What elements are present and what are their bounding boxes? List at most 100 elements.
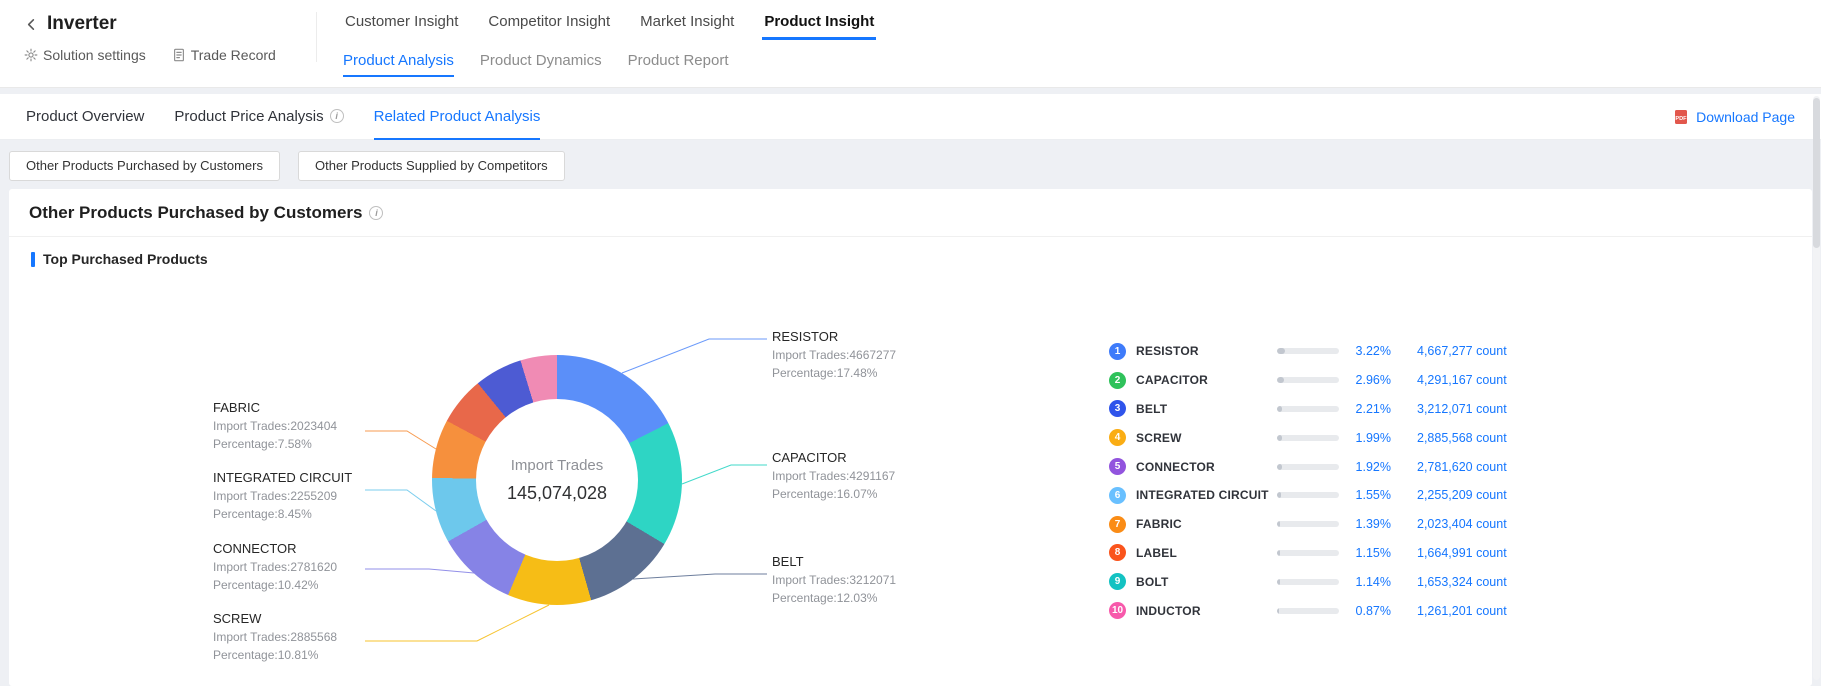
ranking-product-name: CONNECTOR: [1136, 460, 1277, 474]
ranking-percent: 1.99%: [1339, 431, 1391, 445]
tab-competitor-insight[interactable]: Competitor Insight: [486, 9, 612, 40]
back-button[interactable]: Inverter: [24, 13, 276, 35]
rank-badge: 2: [1109, 372, 1126, 389]
tab-product-analysis[interactable]: Product Analysis: [343, 52, 454, 77]
donut-center-label: Import Trades: [511, 457, 604, 474]
callout-leader-line: [682, 465, 767, 484]
main-nav-tabs: Customer Insight Competitor Insight Mark…: [343, 9, 876, 40]
rank-badge: 5: [1109, 458, 1126, 475]
callout-percentage: Percentage:10.42%: [213, 576, 337, 594]
rank-badge: 4: [1109, 429, 1126, 446]
rank-badge: 10: [1109, 602, 1126, 619]
pdf-icon: PDF: [1673, 109, 1689, 125]
section-accent-bar: [31, 252, 35, 267]
ranking-count: 2,781,620 count: [1417, 460, 1507, 474]
info-icon[interactable]: i: [330, 109, 344, 123]
callout-trades: Import Trades:2781620: [213, 558, 337, 576]
ranking-percent: 2.21%: [1339, 402, 1391, 416]
callout-leader-line: [633, 574, 767, 579]
gear-icon: [24, 48, 38, 62]
ranking-progress-fill: [1277, 579, 1280, 585]
chevron-left-icon: [24, 17, 39, 32]
analysis-toolbar: Product Overview Product Price Analysis …: [0, 94, 1821, 140]
ranking-row: 5CONNECTOR1.92%2,781,620 count: [1109, 452, 1539, 481]
page-scrollbar[interactable]: [1813, 96, 1820, 680]
tab-product-insight[interactable]: Product Insight: [762, 9, 876, 40]
app-header: Inverter Solution settings Trade Record …: [0, 0, 1821, 88]
callout-trades: Import Trades:2023404: [213, 417, 337, 435]
callout-trades: Import Trades:4667277: [772, 346, 896, 364]
callout-leader-line: [622, 339, 767, 373]
header-divider: [316, 12, 317, 62]
trade-record-button[interactable]: Trade Record: [172, 47, 276, 63]
panel-title-text: Other Products Purchased by Customers: [29, 203, 362, 223]
rank-badge: 6: [1109, 487, 1126, 504]
ranking-product-name: LABEL: [1136, 546, 1277, 560]
ranking-progress-fill: [1277, 492, 1281, 498]
ranking-product-name: SCREW: [1136, 431, 1277, 445]
ranking-progress-bar: [1277, 377, 1339, 383]
rank-badge: 9: [1109, 573, 1126, 590]
download-page-button[interactable]: PDF Download Page: [1673, 94, 1795, 140]
tab-product-dynamics[interactable]: Product Dynamics: [480, 52, 602, 77]
callout-name: FABRIC: [213, 399, 337, 417]
ranking-progress-fill: [1277, 608, 1279, 614]
ranking-progress-bar: [1277, 435, 1339, 441]
rank-badge: 7: [1109, 516, 1126, 533]
ranking-count: 1,664,991 count: [1417, 546, 1507, 560]
tab-market-insight[interactable]: Market Insight: [638, 9, 736, 40]
tab-product-report[interactable]: Product Report: [628, 52, 729, 77]
chip-supplied-by-competitors[interactable]: Other Products Supplied by Competitors: [298, 151, 565, 181]
ranking-progress-fill: [1277, 550, 1280, 556]
ranking-percent: 2.96%: [1339, 373, 1391, 387]
ranking-row: 8LABEL1.15%1,664,991 count: [1109, 539, 1539, 568]
ranking-progress-bar: [1277, 406, 1339, 412]
tab-related-product-analysis[interactable]: Related Product Analysis: [374, 94, 541, 140]
filter-chips: Other Products Purchased by Customers Ot…: [9, 151, 565, 181]
callout-trades: Import Trades:2885568: [213, 628, 337, 646]
ranking-progress-fill: [1277, 406, 1282, 412]
ranking-progress-bar: [1277, 579, 1339, 585]
chart-callout-capacitor: CAPACITOR Import Trades:4291167 Percenta…: [772, 449, 895, 503]
app-root: Inverter Solution settings Trade Record …: [0, 0, 1821, 686]
download-page-label: Download Page: [1696, 109, 1795, 125]
tab-product-price-analysis[interactable]: Product Price Analysis i: [174, 94, 343, 140]
ranking-product-name: BELT: [1136, 402, 1277, 416]
ranking-row: 3 BELT 2.21% 3,212,071 count: [1109, 395, 1539, 424]
ranking-row: 2CAPACITOR2.96%4,291,167 count: [1109, 366, 1539, 395]
ranking-row: 4SCREW1.99%2,885,568 count: [1109, 423, 1539, 452]
tab-product-price-analysis-label: Product Price Analysis: [174, 108, 323, 125]
tab-related-product-analysis-label: Related Product Analysis: [374, 108, 541, 125]
ranking-product-name: CAPACITOR: [1136, 373, 1277, 387]
header-actions: Solution settings Trade Record: [24, 47, 276, 63]
callout-percentage: Percentage:16.07%: [772, 485, 895, 503]
ranking-product-name: INTEGRATED CIRCUIT: [1136, 488, 1277, 502]
ranking-percent: 1.39%: [1339, 517, 1391, 531]
tab-customer-insight[interactable]: Customer Insight: [343, 9, 460, 40]
tab-product-overview[interactable]: Product Overview: [26, 94, 144, 140]
ranking-row: 9BOLT1.14%1,653,324 count: [1109, 567, 1539, 596]
callout-trades: Import Trades:3212071: [772, 571, 896, 589]
scrollbar-thumb[interactable]: [1813, 98, 1820, 248]
ranking-progress-fill: [1277, 377, 1284, 383]
chart-callout-integrated-circuit: INTEGRATED CIRCUIT Import Trades:2255209…: [213, 469, 352, 523]
ranking-progress-bar: [1277, 521, 1339, 527]
info-icon[interactable]: i: [369, 206, 383, 220]
donut-chart[interactable]: Import Trades 145,074,028: [432, 355, 682, 605]
ranking-progress-bar: [1277, 348, 1339, 354]
content-panel: Other Products Purchased by Customers i …: [9, 189, 1812, 686]
ranking-progress-fill: [1277, 435, 1282, 441]
sub-nav-tabs: Product Analysis Product Dynamics Produc…: [343, 52, 729, 77]
solution-settings-button[interactable]: Solution settings: [24, 47, 146, 63]
ranking-percent: 3.22%: [1339, 344, 1391, 358]
callout-leader-line: [365, 490, 436, 511]
chart-callout-belt: BELT Import Trades:3212071 Percentage:12…: [772, 553, 896, 607]
ranking-list: 1RESISTOR3.22%4,667,277 count2CAPACITOR2…: [1109, 337, 1539, 625]
callout-percentage: Percentage:17.48%: [772, 364, 896, 382]
solution-settings-label: Solution settings: [43, 47, 146, 63]
chip-purchased-by-customers[interactable]: Other Products Purchased by Customers: [9, 151, 280, 181]
section-title-text: Top Purchased Products: [43, 251, 208, 267]
rank-badge: 3: [1109, 400, 1126, 417]
ranking-count: 3,212,071 count: [1417, 402, 1507, 416]
callout-percentage: Percentage:8.45%: [213, 505, 352, 523]
